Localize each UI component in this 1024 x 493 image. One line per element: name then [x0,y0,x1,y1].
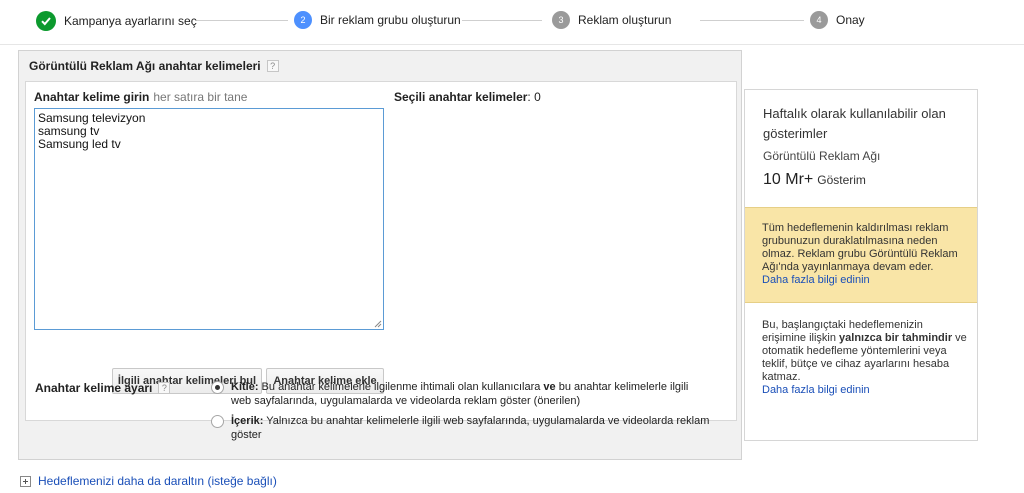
selected-keywords-label: Seçili anahtar kelimeler: 0 [394,90,541,104]
content-option-title: İçerik: [231,415,264,427]
keyword-setting-label-text: Anahtar kelime ayarı [35,381,153,395]
content-text: Yalnızca bu anahtar kelimelerle ilgili w… [231,415,710,441]
keyword-line: Samsung led tv [38,137,121,151]
content-radio[interactable] [211,415,224,428]
step-connector [700,20,804,21]
learn-more-link[interactable]: Daha fazla bilgi edinin [762,384,870,396]
content-option-text: İçerik: Yalnızca bu anahtar kelimelerle … [231,414,711,442]
keyword-input-label-text: Anahtar kelime girin [34,90,150,104]
narrow-targeting-expander[interactable]: Hedeflemenizi daha da daraltın (isteğe b… [20,474,277,488]
audience-bold: ve [543,381,556,393]
audience-text: Bu anahtar kelimelerle ilgilenme ihtimal… [258,381,544,393]
step-connector [462,20,542,21]
learn-more-link[interactable]: Daha fazla bilgi edinin [762,274,870,286]
header-divider [0,44,1024,45]
step-label: Kampanya ayarlarını seç [64,14,197,28]
step-label: Bir reklam grubu oluşturun [320,13,461,27]
help-icon[interactable]: ? [158,382,171,394]
audience-radio[interactable] [211,381,224,394]
impressions-unit: Gösterim [817,173,866,187]
expander-label[interactable]: Hedeflemenizi daha da daraltın (isteğe b… [38,474,277,488]
keyword-input-hint: her satıra bir tane [153,90,248,104]
step-label: Reklam oluşturun [578,13,672,27]
display-keywords-panel: Görüntülü Reklam Ağı anahtar kelimeleri … [18,50,742,460]
estimate-info: Bu, başlangıçtaki hedeflemenizin erişimi… [762,319,967,397]
info-bold: yalnızca bir tahmindir [839,332,953,344]
help-icon[interactable]: ? [266,60,279,72]
step-number: 4 [810,11,828,29]
panel-title: Görüntülü Reklam Ağı anahtar kelimeleri … [29,59,279,73]
audience-option[interactable]: Kitle: Bu anahtar kelimelerle ilgilenme … [211,380,711,408]
impressions-card: Haftalık olarak kullanılabilir olan göst… [744,89,978,441]
keyword-textarea[interactable]: Samsung televizyon samsung tv Samsung le… [34,108,384,330]
keyword-setting-section: Anahtar kelime ayarı ? Kitle: Bu anahtar… [25,373,737,453]
progress-steps: Kampanya ayarlarını seç 2 Bir reklam gru… [0,0,1024,44]
keyword-entry-area: Anahtar kelime girin her satıra bir tane … [25,81,737,421]
audience-option-text: Kitle: Bu anahtar kelimelerle ilgilenme … [231,380,711,408]
panel-title-text: Görüntülü Reklam Ağı anahtar kelimeleri [29,59,261,73]
checkmark-icon [36,11,56,31]
warning-message: Tüm hedeflemenin kaldırılması reklam gru… [762,222,958,273]
expand-plus-icon[interactable] [20,475,31,487]
step-number: 2 [294,11,312,29]
impressions-stat: 10 Mr+ Gösterim [763,171,963,189]
audience-option-title: Kitle: [231,381,259,393]
warning-text: Tüm hedeflemenin kaldırılması reklam gru… [762,222,967,287]
keyword-input-label: Anahtar kelime girin her satıra bir tane [34,90,247,104]
selected-keywords-title: Seçili anahtar kelimeler [394,90,528,104]
impressions-value: 10 Mr+ [763,171,814,188]
content-option[interactable]: İçerik: Yalnızca bu anahtar kelimelerle … [211,414,711,442]
impressions-heading: Haftalık olarak kullanılabilir olan göst… [763,106,946,141]
impressions-summary: Haftalık olarak kullanılabilir olan göst… [763,104,963,189]
network-name: Görüntülü Reklam Ağı [763,149,881,163]
step-1[interactable]: Kampanya ayarlarını seç [36,11,197,31]
step-number: 3 [552,11,570,29]
step-connector [196,20,288,21]
step-3[interactable]: 3 Reklam oluşturun [552,11,671,29]
step-2[interactable]: 2 Bir reklam grubu oluşturun [294,11,461,29]
step-4[interactable]: 4 Onay [810,11,865,29]
step-label: Onay [836,13,865,27]
warning-box: Tüm hedeflemenin kaldırılması reklam gru… [745,207,977,303]
selected-keywords-count: : 0 [527,90,541,104]
resize-handle-icon[interactable] [374,320,382,328]
keyword-setting-label: Anahtar kelime ayarı ? [35,381,171,395]
